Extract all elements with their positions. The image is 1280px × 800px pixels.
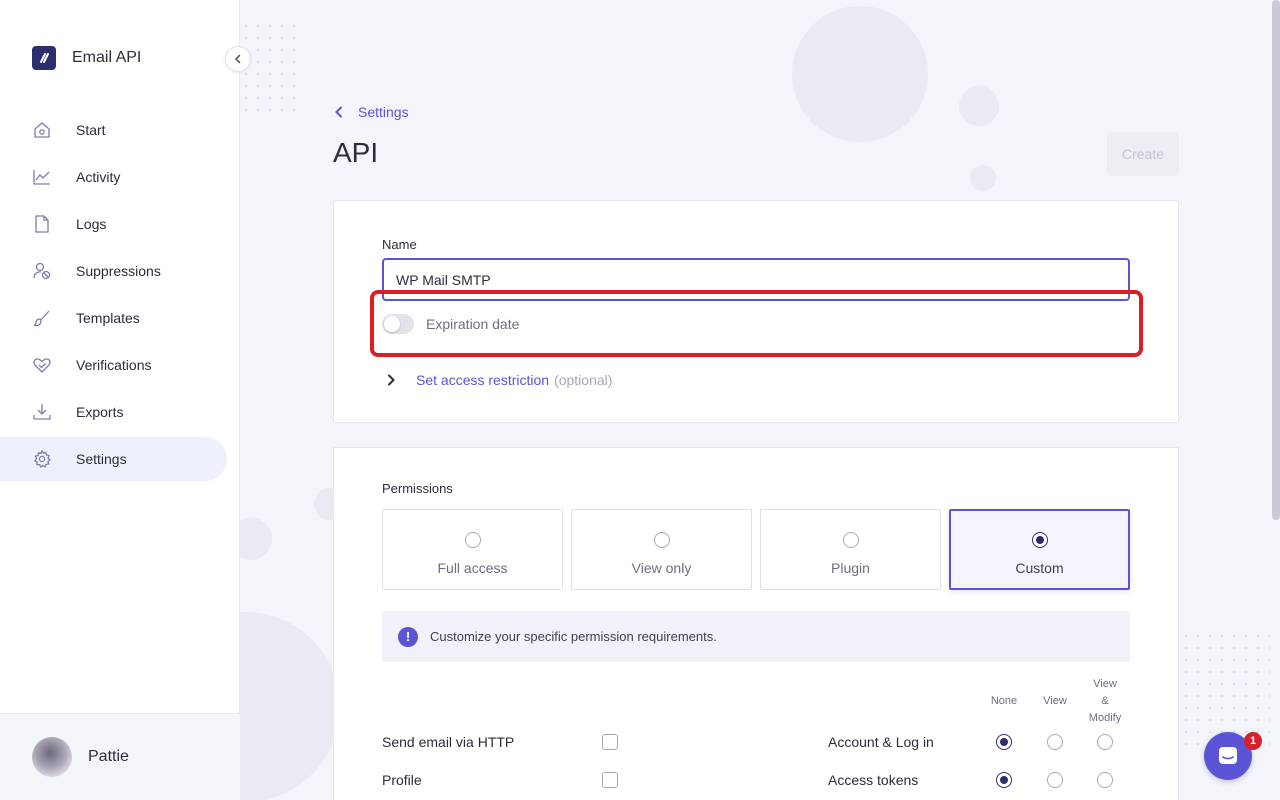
permission-row-label: Account & Log in <box>828 734 934 750</box>
permission-option-view-only[interactable]: View only <box>571 509 752 590</box>
radio-button[interactable] <box>1031 532 1048 548</box>
radio-button[interactable] <box>842 532 859 548</box>
sidebar-item-label: Suppressions <box>76 263 161 279</box>
send-email-http-checkbox[interactable] <box>602 734 618 750</box>
sidebar: Email API Start Activity Logs Suppressio… <box>0 0 240 800</box>
chevron-left-icon <box>335 106 342 118</box>
info-icon: ! <box>398 626 418 647</box>
sidebar-item-label: Activity <box>76 169 121 185</box>
brush-icon <box>32 308 52 328</box>
highlight-annotation <box>370 290 1143 357</box>
column-header-view: View <box>1043 695 1067 707</box>
profile-checkbox[interactable] <box>602 772 618 788</box>
background-dots <box>240 20 296 120</box>
sidebar-item-label: Settings <box>76 451 127 467</box>
sidebar-item-label: Exports <box>76 404 124 420</box>
access-tokens-none-radio[interactable] <box>996 772 1012 788</box>
sidebar-item-exports[interactable]: Exports <box>0 390 227 434</box>
sidebar-nav: Start Activity Logs Suppressions Templat… <box>0 108 240 484</box>
brand-name: Email API <box>72 49 142 66</box>
permission-option-label: Full access <box>437 560 508 576</box>
permission-option-label: Plugin <box>831 560 870 576</box>
sidebar-item-suppressions[interactable]: Suppressions <box>0 249 227 293</box>
download-icon <box>32 402 52 422</box>
permission-row-label: Profile <box>382 772 422 788</box>
sidebar-item-templates[interactable]: Templates <box>0 296 227 340</box>
breadcrumb[interactable]: Settings <box>334 104 409 120</box>
create-button[interactable]: Create <box>1107 132 1179 176</box>
sidebar-item-label: Start <box>76 122 106 138</box>
permissions-title: Permissions <box>382 481 453 496</box>
permission-option-label: Custom <box>1015 560 1064 576</box>
account-login-view-radio[interactable] <box>1047 734 1063 750</box>
sidebar-item-label: Templates <box>76 310 140 326</box>
scrollbar[interactable] <box>1272 0 1280 520</box>
access-tokens-modify-radio[interactable] <box>1097 772 1113 788</box>
brand[interactable]: Email API <box>32 45 141 71</box>
notification-badge: 1 <box>1244 732 1262 750</box>
permission-option-plugin[interactable]: Plugin <box>760 509 941 590</box>
column-header-line: Modify <box>1088 712 1122 724</box>
permission-row-label: Send email via HTTP <box>382 734 515 750</box>
file-icon <box>32 214 52 234</box>
permission-row-label: Access tokens <box>828 772 919 788</box>
account-login-none-radio[interactable] <box>996 734 1012 750</box>
access-tokens-view-radio[interactable] <box>1047 772 1063 788</box>
heart-check-icon <box>32 355 52 375</box>
optional-label: (optional) <box>554 372 613 388</box>
chat-icon <box>1219 747 1237 764</box>
collapse-sidebar-button[interactable] <box>225 46 251 72</box>
info-text: Customize your specific permission requi… <box>430 629 717 644</box>
chevron-right-icon <box>388 374 395 386</box>
sidebar-item-logs[interactable]: Logs <box>0 202 227 246</box>
user-profile[interactable]: Pattie <box>0 713 240 800</box>
permission-option-label: View only <box>631 560 692 576</box>
brand-logo-icon <box>32 46 56 70</box>
column-header-line: & <box>1101 695 1109 707</box>
access-restriction-row[interactable]: Set access restriction (optional) <box>386 372 612 388</box>
avatar <box>32 737 72 777</box>
background-circle <box>792 6 928 142</box>
permission-option-custom[interactable]: Custom <box>949 509 1130 590</box>
radio-button[interactable] <box>464 532 481 548</box>
permission-option-full-access[interactable]: Full access <box>382 509 563 590</box>
info-banner: ! Customize your specific permission req… <box>382 611 1130 662</box>
gear-icon <box>32 449 52 469</box>
sidebar-item-activity[interactable]: Activity <box>0 155 227 199</box>
name-label: Name <box>382 237 417 252</box>
column-header-line: View <box>1093 678 1117 690</box>
chevron-left-icon <box>234 54 241 64</box>
breadcrumb-label: Settings <box>358 104 409 120</box>
chart-line-icon <box>32 167 52 187</box>
column-header-view-modify: View & Modify <box>1080 676 1130 727</box>
sidebar-item-start[interactable]: Start <box>0 108 227 152</box>
home-icon <box>32 120 52 140</box>
sidebar-item-label: Logs <box>76 216 107 232</box>
radio-button[interactable] <box>653 532 670 548</box>
permissions-card: Permissions Full access View only Plugin… <box>333 447 1179 800</box>
column-header-none: None <box>990 695 1018 707</box>
user-block-icon <box>32 261 52 281</box>
sidebar-item-settings[interactable]: Settings <box>0 437 227 481</box>
page-title: API <box>333 137 379 168</box>
background-circle <box>970 165 996 191</box>
sidebar-item-verifications[interactable]: Verifications <box>0 343 227 387</box>
account-login-modify-radio[interactable] <box>1097 734 1113 750</box>
permission-options: Full access View only Plugin Custom <box>382 509 1138 590</box>
sidebar-item-label: Verifications <box>76 357 152 373</box>
access-restriction-link[interactable]: Set access restriction <box>416 372 549 388</box>
background-circle <box>959 86 999 126</box>
user-name: Pattie <box>88 748 129 765</box>
